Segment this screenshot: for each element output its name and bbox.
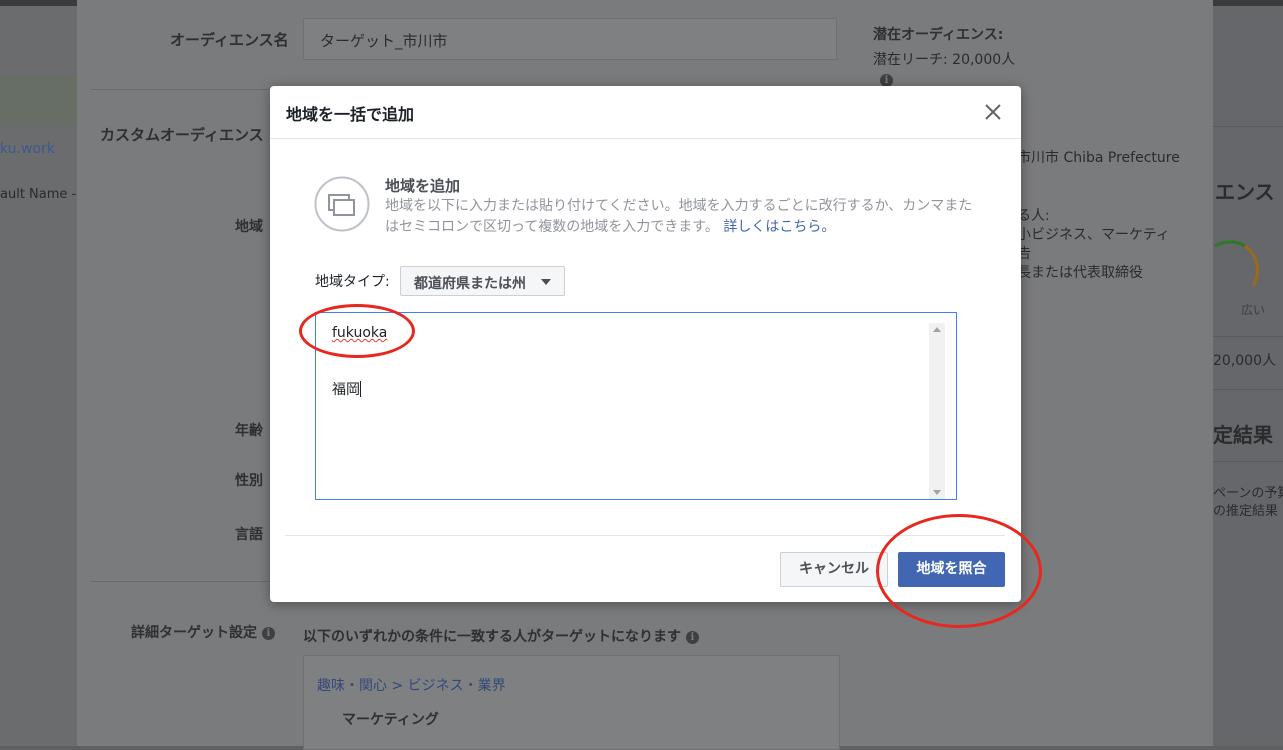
info-icon[interactable]: i bbox=[685, 630, 699, 644]
close-icon[interactable] bbox=[981, 100, 1005, 124]
people-label: る人: bbox=[1017, 208, 1050, 224]
scroll-down-icon[interactable] bbox=[933, 490, 941, 495]
estimate-text: の推定結果 bbox=[1213, 504, 1279, 519]
location-type-label: 地域タイプ: bbox=[315, 274, 390, 290]
audience-name-label: オーディエンス名 bbox=[170, 31, 289, 49]
bulk-add-locations-dialog: 地域を一括で追加 地域を追加 地域を以下に入力または貼り付けてください。地域を入… bbox=[270, 86, 1021, 602]
add-locations-description: 地域を以下に入力または貼り付けてください。地域を入力するごとに改行するか、カンマ… bbox=[385, 198, 973, 235]
default-name-text: ault Name - bbox=[0, 187, 77, 202]
info-icon[interactable]: i bbox=[261, 626, 275, 640]
audience-name-value: ターゲット_市川市 bbox=[320, 32, 448, 50]
location-type-value: 都道府県または州 bbox=[414, 276, 526, 292]
region-label: 地域 bbox=[235, 219, 263, 235]
text-cursor bbox=[360, 381, 361, 397]
age-label: 年齢 bbox=[235, 423, 263, 439]
summary-line: 小ビジネス、マーケティ bbox=[1017, 227, 1170, 243]
learn-more-link[interactable]: 詳しくはこちら。 bbox=[723, 219, 835, 235]
dialog-header: 地域を一括で追加 bbox=[270, 86, 1021, 139]
account-link[interactable]: ku.work bbox=[0, 141, 55, 157]
audience-gauge-icon bbox=[1214, 240, 1259, 287]
detailed-targeting-desc: 以下のいずれかの条件に一致する人がターゲットになります i bbox=[303, 626, 699, 646]
location-summary: 市川市 Chiba Prefecture bbox=[1017, 150, 1180, 166]
left-panel: ku.work ault Name - bbox=[0, 6, 77, 746]
match-locations-button[interactable]: 地域を照合 bbox=[898, 552, 1005, 587]
potential-reach-text: 潜在リーチ: 20,000人 bbox=[873, 52, 1016, 68]
audience-name-input[interactable]: ターゲット_市川市 bbox=[303, 18, 837, 60]
detailed-targeting-label: 詳細ターゲット設定 i bbox=[131, 622, 275, 642]
textarea-line: 福岡 bbox=[332, 381, 361, 398]
right-panel: エンス 広い 20,000人 定結果 ペーンの予算 の推定結果 bbox=[1213, 6, 1283, 746]
add-locations-title: 地域を追加 bbox=[385, 177, 461, 195]
locations-textarea[interactable]: fukuoka 福岡 bbox=[315, 312, 957, 500]
interest-item: マーケティング bbox=[342, 712, 439, 728]
audience-heading: エンス bbox=[1215, 180, 1275, 204]
location-type-dropdown[interactable]: 都道府県または州 bbox=[400, 266, 565, 296]
caret-down-icon bbox=[541, 279, 551, 285]
copy-icon bbox=[314, 176, 370, 232]
results-heading: 定結果 bbox=[1213, 423, 1273, 447]
dialog-footer-divider bbox=[285, 535, 1005, 536]
potential-audience-title: 潜在オーディエンス: bbox=[873, 27, 1004, 43]
textarea-scrollbar[interactable] bbox=[929, 323, 945, 499]
language-label: 言語 bbox=[235, 527, 263, 543]
textarea-line: fukuoka bbox=[332, 325, 388, 341]
scroll-up-icon[interactable] bbox=[933, 327, 941, 332]
gender-label: 性別 bbox=[235, 473, 263, 489]
campaign-budget-text: ペーンの予算 bbox=[1213, 486, 1283, 501]
reach-count: 20,000人 bbox=[1213, 353, 1276, 369]
interest-breadcrumb[interactable]: 趣味・関心 > ビジネス・業界 bbox=[317, 675, 506, 695]
dialog-title: 地域を一括で追加 bbox=[286, 105, 415, 124]
section-divider bbox=[91, 89, 271, 90]
cancel-button[interactable]: キャンセル bbox=[780, 552, 888, 587]
left-panel-highlight bbox=[0, 76, 77, 126]
custom-audience-label: カスタムオーディエンス bbox=[100, 126, 264, 144]
detailed-targeting-box: 趣味・関心 > ビジネス・業界 マーケティング bbox=[303, 655, 840, 750]
summary-line: 長または代表取締役 bbox=[1017, 265, 1143, 281]
gauge-label: 広い bbox=[1241, 303, 1266, 317]
section-divider bbox=[91, 581, 271, 582]
